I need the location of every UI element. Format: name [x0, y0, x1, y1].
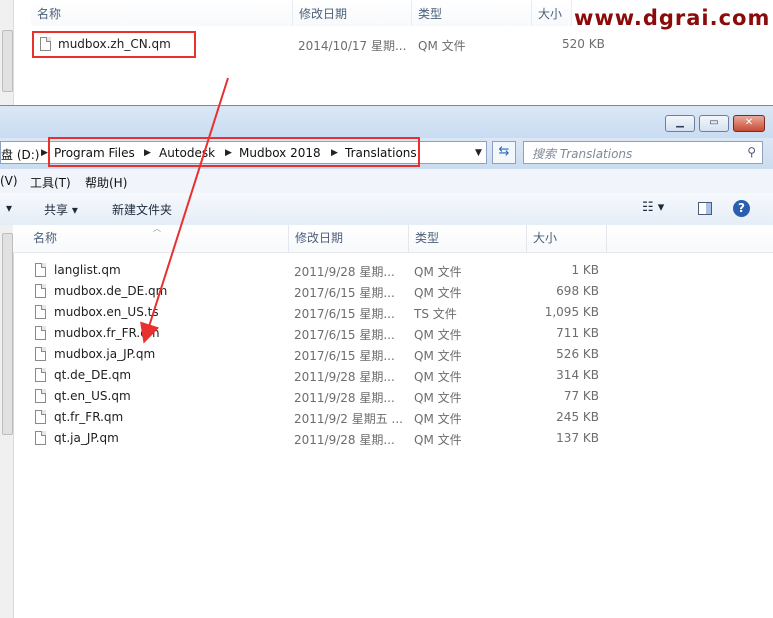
title-bar[interactable]: ▁ ▭ ✕: [0, 106, 773, 138]
file-size: 137 KB: [556, 431, 599, 445]
share-button[interactable]: 共享 ▾: [44, 201, 78, 218]
file-name: mudbox.ja_JP.qm: [54, 347, 156, 361]
file-icon: [35, 431, 46, 445]
list-item[interactable]: qt.de_DE.qm 2011/9/28 星期... QM 文件 314 KB: [13, 365, 613, 386]
file-size: 314 KB: [556, 368, 599, 382]
list-item[interactable]: mudbox.en_US.ts 2017/6/15 星期... TS 文件 1,…: [13, 302, 613, 323]
highlight-box-address: [48, 137, 420, 167]
file-size: 526 KB: [556, 347, 599, 361]
menu-help[interactable]: 帮助(H): [85, 174, 127, 191]
column-header-name[interactable]: 名称: [31, 0, 293, 26]
file-date: 2011/9/28 星期...: [294, 370, 395, 384]
column-header-date[interactable]: 修改日期: [293, 0, 412, 26]
list-item[interactable]: mudbox.ja_JP.qm 2017/6/15 星期... QM 文件 52…: [13, 344, 613, 365]
file-icon: [40, 37, 51, 51]
minimize-icon[interactable]: ▁: [665, 115, 695, 132]
file-icon: [35, 347, 46, 361]
column-header-size[interactable]: 大小: [532, 0, 572, 26]
file-type: QM 文件: [414, 412, 462, 426]
toolbar: ▾ 共享 ▾ 新建文件夹 ☷ ▾ ?: [0, 193, 773, 226]
search-input[interactable]: 搜索 Translations: [532, 145, 632, 162]
search-icon[interactable]: ⚲: [747, 145, 756, 159]
breadcrumb-separator-icon[interactable]: ▶: [41, 148, 48, 158]
menu-tools[interactable]: 工具(T): [30, 174, 71, 191]
file-size: 520 KB: [562, 37, 605, 51]
file-type: QM 文件: [414, 328, 462, 342]
file-name: mudbox.en_US.ts: [54, 305, 159, 319]
list-item[interactable]: langlist.qm 2011/9/28 星期... QM 文件 1 KB: [13, 260, 613, 281]
search-box[interactable]: 搜索 Translations ⚲: [523, 141, 763, 164]
file-size: 245 KB: [556, 410, 599, 424]
column-header-size[interactable]: 大小: [527, 225, 607, 252]
scrollbar-thumb[interactable]: [2, 233, 13, 435]
file-size: 1 KB: [571, 263, 599, 277]
file-type: QM 文件: [414, 391, 462, 405]
file-icon: [35, 263, 46, 277]
file-type: QM 文件: [414, 433, 462, 447]
file-date: 2011/9/2 星期五 ...: [294, 412, 403, 426]
watermark: www.dgrai.com: [574, 6, 771, 30]
list-item[interactable]: mudbox.fr_FR.qm 2017/6/15 星期... QM 文件 71…: [13, 323, 613, 344]
file-icon: [35, 305, 46, 319]
preview-pane-icon[interactable]: [698, 202, 712, 215]
column-header-type[interactable]: 类型: [409, 225, 527, 252]
background-explorer-pane: 名称 修改日期 类型 大小 www.dgrai.com mudbox.zh_CN…: [0, 0, 773, 106]
file-type: QM 文件: [418, 39, 466, 53]
file-icon: [35, 326, 46, 340]
file-name: mudbox.de_DE.qm: [54, 284, 168, 298]
file-name: qt.en_US.qm: [54, 389, 131, 403]
toolbar-dropdown-icon[interactable]: ▾: [6, 201, 12, 215]
menu-view[interactable]: (V): [0, 174, 18, 188]
file-date: 2011/9/28 星期...: [294, 391, 395, 405]
file-name: mudbox.fr_FR.qm: [54, 326, 160, 340]
explorer-window: ▁ ▭ ✕ 盘 (D:) ▶ Program Files ▶ Autodesk …: [0, 105, 773, 618]
file-icon: [35, 410, 46, 424]
scrollbar-thumb[interactable]: [2, 30, 13, 92]
menu-bar: (V) 工具(T) 帮助(H): [0, 169, 773, 194]
file-type: QM 文件: [414, 286, 462, 300]
list-item[interactable]: qt.en_US.qm 2011/9/28 星期... QM 文件 77 KB: [13, 386, 613, 407]
file-name: mudbox.zh_CN.qm: [58, 37, 171, 51]
file-type: QM 文件: [414, 370, 462, 384]
file-size: 77 KB: [563, 389, 599, 403]
address-dropdown-icon[interactable]: ▼: [475, 148, 482, 158]
vertical-scrollbar[interactable]: [0, 0, 14, 106]
column-header-date[interactable]: 修改日期: [289, 225, 409, 252]
sort-arrow-icon: ︿: [153, 224, 161, 233]
file-name: qt.ja_JP.qm: [54, 431, 119, 445]
file-date: 2014/10/17 星期...: [298, 39, 407, 53]
list-item[interactable]: qt.ja_JP.qm 2011/9/28 星期... QM 文件 137 KB: [13, 428, 613, 449]
file-date: 2017/6/15 星期...: [294, 328, 395, 342]
refresh-icon[interactable]: ⇆: [492, 141, 516, 164]
file-name: qt.fr_FR.qm: [54, 410, 124, 424]
list-item-source-file[interactable]: mudbox.zh_CN.qm 2014/10/17 星期... QM 文件 5…: [38, 36, 605, 54]
file-list-header: 名称 修改日期 类型 大小 ︿: [13, 224, 773, 253]
maximize-icon[interactable]: ▭: [699, 115, 729, 132]
file-icon: [35, 368, 46, 382]
list-item[interactable]: qt.fr_FR.qm 2011/9/2 星期五 ... QM 文件 245 K…: [13, 407, 613, 428]
file-name: langlist.qm: [54, 263, 121, 277]
close-icon[interactable]: ✕: [733, 115, 765, 132]
file-date: 2017/6/15 星期...: [294, 307, 395, 321]
file-date: 2011/9/28 星期...: [294, 265, 395, 279]
file-size: 1,095 KB: [544, 305, 599, 319]
navigation-scrollbar[interactable]: [0, 225, 14, 618]
file-name: qt.de_DE.qm: [54, 368, 132, 382]
file-icon: [35, 389, 46, 403]
list-item[interactable]: mudbox.de_DE.qm 2017/6/15 星期... QM 文件 69…: [13, 281, 613, 302]
file-date: 2017/6/15 星期...: [294, 349, 395, 363]
file-type: QM 文件: [414, 349, 462, 363]
breadcrumb-drive[interactable]: 盘 (D:): [1, 146, 39, 163]
view-options-icon[interactable]: ☷ ▾: [642, 200, 664, 215]
file-size: 698 KB: [556, 284, 599, 298]
file-date: 2017/6/15 星期...: [294, 286, 395, 300]
file-type: TS 文件: [414, 307, 457, 321]
file-size: 711 KB: [556, 326, 599, 340]
file-icon: [35, 284, 46, 298]
help-icon[interactable]: ?: [733, 200, 750, 217]
new-folder-button[interactable]: 新建文件夹: [112, 201, 172, 218]
column-header-type[interactable]: 类型: [412, 0, 532, 26]
file-date: 2011/9/28 星期...: [294, 433, 395, 447]
file-type: QM 文件: [414, 265, 462, 279]
